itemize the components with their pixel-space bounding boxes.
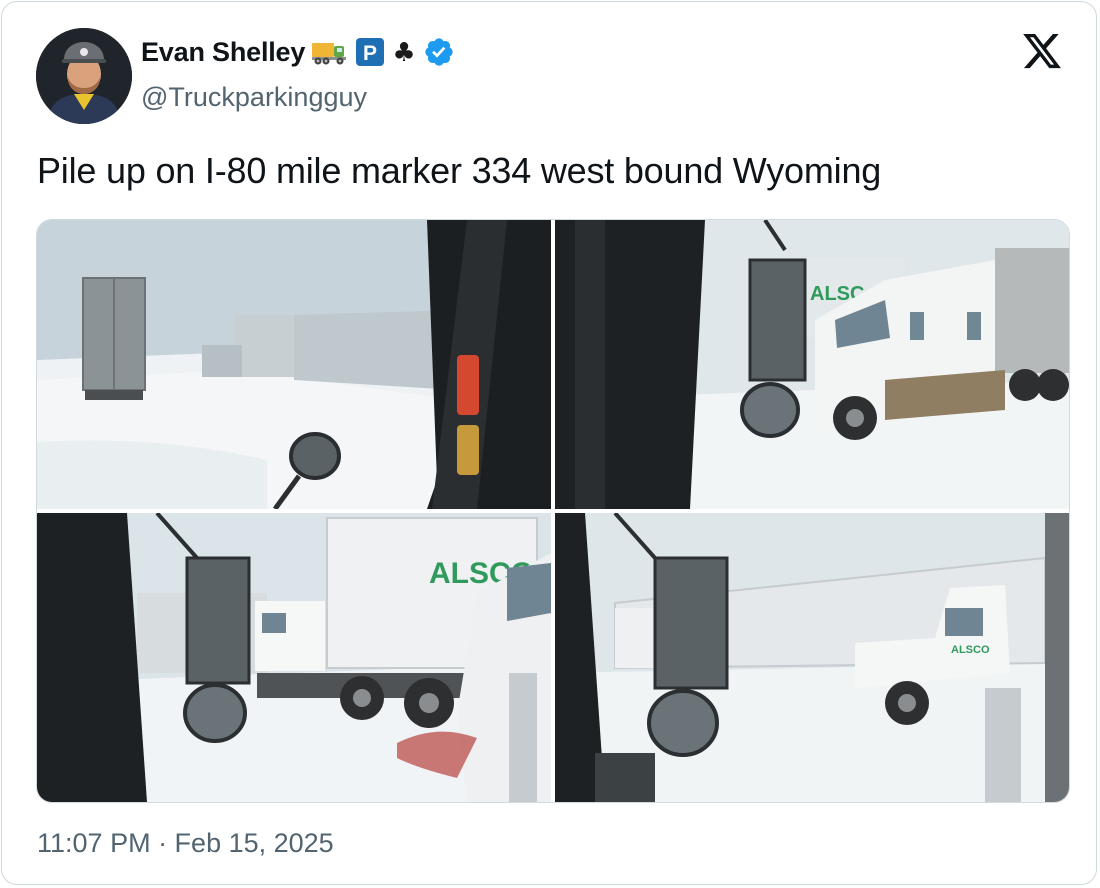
photo-1[interactable]	[37, 220, 551, 509]
parking-sign-emoji: P	[355, 37, 385, 67]
verified-badge-icon[interactable]	[423, 36, 455, 68]
photo-2[interactable]: ALSC	[555, 220, 1069, 509]
photo-1-image	[37, 220, 551, 509]
author-name[interactable]: Evan Shelley	[141, 37, 305, 68]
avatar[interactable]	[36, 28, 132, 124]
x-logo-icon[interactable]	[1020, 30, 1066, 74]
photo-4-image: ALSCO	[555, 513, 1069, 802]
avatar-image	[36, 28, 132, 124]
author-name-row: Evan Shelley P ♣	[141, 36, 455, 68]
truck-emoji	[311, 37, 349, 67]
photo-2-image: ALSC	[555, 220, 1069, 509]
parking-letter: P	[363, 42, 377, 65]
club-suit-emoji: ♣	[391, 37, 417, 67]
author-handle[interactable]: @Truckparkingguy	[141, 82, 367, 113]
photo-3[interactable]: ALSCO	[37, 513, 551, 802]
tweet-timestamp[interactable]: 11:07 PM · Feb 15, 2025	[37, 828, 334, 859]
tweet-text: Pile up on I-80 mile marker 334 west bou…	[37, 150, 882, 191]
club-glyph: ♣	[393, 38, 416, 67]
photo-3-image: ALSCO	[37, 513, 551, 802]
photo-4-trailer-brand: ALSCO	[951, 644, 990, 656]
photo-4[interactable]: ALSCO	[555, 513, 1069, 802]
media-grid: ALSC ALSCO ALSCO	[36, 219, 1070, 803]
tweet-card: Evan Shelley P ♣ @Truckparkingguy Pile u…	[1, 1, 1097, 885]
